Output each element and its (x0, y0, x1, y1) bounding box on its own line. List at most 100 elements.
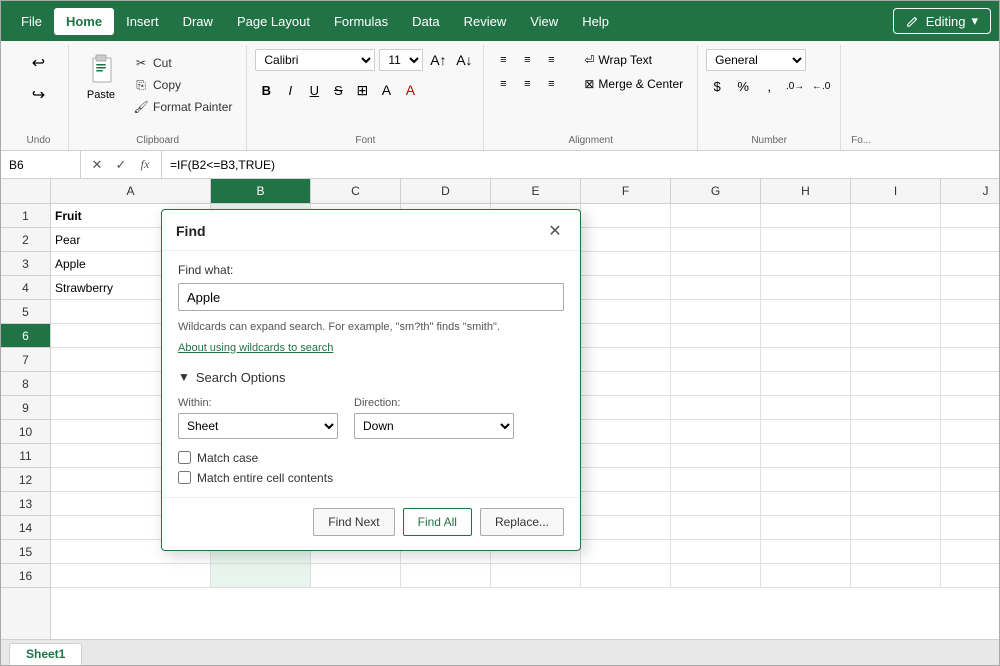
cell-G16[interactable] (671, 564, 761, 588)
cell-G4[interactable] (671, 276, 761, 300)
match-entire-input[interactable] (178, 471, 191, 484)
cell-J13[interactable] (941, 492, 999, 516)
within-select[interactable]: Sheet Workbook (178, 413, 338, 439)
fill-color-button[interactable]: A (375, 79, 397, 101)
cell-H16[interactable] (761, 564, 851, 588)
cell-F1[interactable] (581, 204, 671, 228)
cell-J1[interactable] (941, 204, 999, 228)
menu-home[interactable]: Home (54, 8, 114, 35)
cell-J7[interactable] (941, 348, 999, 372)
cell-F8[interactable] (581, 372, 671, 396)
font-size-select[interactable]: 11 (379, 49, 423, 71)
cell-F12[interactable] (581, 468, 671, 492)
row-num-11[interactable]: 11 (1, 444, 50, 468)
cell-J3[interactable] (941, 252, 999, 276)
search-options-toggle[interactable]: ▼ Search Options (178, 370, 564, 385)
cell-I12[interactable] (851, 468, 941, 492)
row-num-2[interactable]: 2 (1, 228, 50, 252)
cell-I5[interactable] (851, 300, 941, 324)
row-num-14[interactable]: 14 (1, 516, 50, 540)
find-what-input[interactable] (178, 283, 564, 311)
merge-center-button[interactable]: ⊠ Merge & Center (578, 73, 689, 95)
cell-H2[interactable] (761, 228, 851, 252)
dialog-close-button[interactable]: ✕ (544, 220, 566, 242)
cell-J15[interactable] (941, 540, 999, 564)
cell-J14[interactable] (941, 516, 999, 540)
cell-I14[interactable] (851, 516, 941, 540)
wrap-text-button[interactable]: ⏎ Wrap Text (578, 49, 689, 71)
cell-I1[interactable] (851, 204, 941, 228)
increase-font-button[interactable]: A↑ (427, 49, 449, 71)
col-header-g[interactable]: G (671, 179, 761, 203)
cell-H6[interactable] (761, 324, 851, 348)
copy-button[interactable]: ⎘ Copy (127, 75, 238, 95)
cell-J11[interactable] (941, 444, 999, 468)
cell-G7[interactable] (671, 348, 761, 372)
cell-F15[interactable] (581, 540, 671, 564)
row-num-1[interactable]: 1 (1, 204, 50, 228)
decrease-font-button[interactable]: A↓ (453, 49, 475, 71)
col-header-f[interactable]: F (581, 179, 671, 203)
col-header-d[interactable]: D (401, 179, 491, 203)
cell-F2[interactable] (581, 228, 671, 252)
sheet-tab-1[interactable]: Sheet1 (9, 643, 82, 665)
cell-F9[interactable] (581, 396, 671, 420)
find-next-button[interactable]: Find Next (313, 508, 394, 536)
wildcard-link[interactable]: About using wildcards to search (178, 342, 333, 354)
cell-I6[interactable] (851, 324, 941, 348)
cancel-formula-icon[interactable]: ✕ (87, 155, 107, 175)
col-header-i[interactable]: I (851, 179, 941, 203)
align-mid-left[interactable]: ≡ (492, 73, 514, 95)
editing-badge[interactable]: Editing ▾ (893, 8, 991, 34)
cell-G8[interactable] (671, 372, 761, 396)
cell-H14[interactable] (761, 516, 851, 540)
font-color-button[interactable]: A (399, 79, 421, 101)
cell-F11[interactable] (581, 444, 671, 468)
cell-H4[interactable] (761, 276, 851, 300)
cell-J16[interactable] (941, 564, 999, 588)
cell-G6[interactable] (671, 324, 761, 348)
font-family-select[interactable]: Calibri (255, 49, 375, 71)
cell-J9[interactable] (941, 396, 999, 420)
insert-function-icon[interactable]: fx (135, 155, 155, 175)
cell-G9[interactable] (671, 396, 761, 420)
align-mid-right[interactable]: ≡ (540, 73, 562, 95)
cell-reference-box[interactable]: B6 (1, 151, 81, 178)
cell-F13[interactable] (581, 492, 671, 516)
match-entire-checkbox[interactable]: Match entire cell contents (178, 471, 564, 485)
italic-button[interactable]: I (279, 79, 301, 101)
cell-I9[interactable] (851, 396, 941, 420)
cell-I7[interactable] (851, 348, 941, 372)
row-num-10[interactable]: 10 (1, 420, 50, 444)
confirm-formula-icon[interactable]: ✓ (111, 155, 131, 175)
cell-H9[interactable] (761, 396, 851, 420)
cell-H7[interactable] (761, 348, 851, 372)
cell-I13[interactable] (851, 492, 941, 516)
cell-I10[interactable] (851, 420, 941, 444)
cell-D16[interactable] (401, 564, 491, 588)
bold-button[interactable]: B (255, 79, 277, 101)
cell-H3[interactable] (761, 252, 851, 276)
formula-content[interactable]: =IF(B2<=B3,TRUE) (162, 158, 999, 172)
cell-I8[interactable] (851, 372, 941, 396)
comma-button[interactable]: , (758, 75, 780, 97)
cell-G11[interactable] (671, 444, 761, 468)
cell-J12[interactable] (941, 468, 999, 492)
cell-H13[interactable] (761, 492, 851, 516)
col-header-c[interactable]: C (311, 179, 401, 203)
cell-G3[interactable] (671, 252, 761, 276)
cell-J8[interactable] (941, 372, 999, 396)
cell-J10[interactable] (941, 420, 999, 444)
menu-data[interactable]: Data (400, 8, 451, 35)
cell-G12[interactable] (671, 468, 761, 492)
dollar-button[interactable]: $ (706, 75, 728, 97)
cell-E16[interactable] (491, 564, 581, 588)
cell-I11[interactable] (851, 444, 941, 468)
row-num-5[interactable]: 5 (1, 300, 50, 324)
format-painter-button[interactable]: 🖌 Format Painter (127, 97, 238, 117)
increase-decimal[interactable]: .0→ (784, 75, 806, 97)
cell-G10[interactable] (671, 420, 761, 444)
replace-button[interactable]: Replace... (480, 508, 564, 536)
cell-G5[interactable] (671, 300, 761, 324)
number-format-select[interactable]: General (706, 49, 806, 71)
